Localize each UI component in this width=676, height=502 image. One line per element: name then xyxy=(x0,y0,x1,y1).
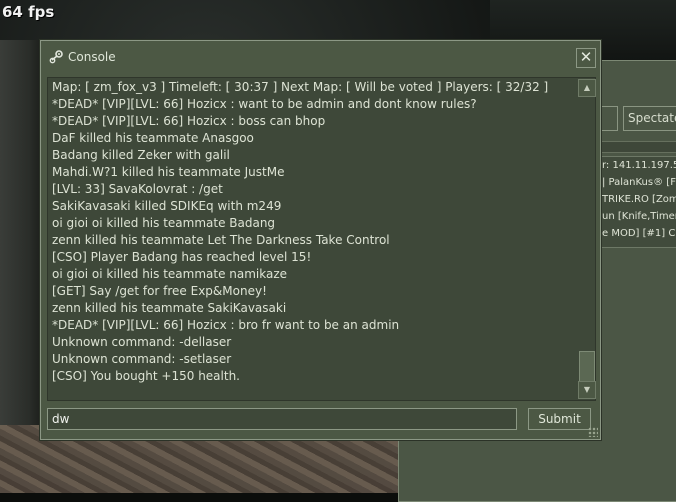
server-info-line: r: 141.11.197.53 xyxy=(602,160,676,171)
log-line: Badang killed Zeker with galil xyxy=(52,148,230,162)
scroll-down-icon[interactable]: ▼ xyxy=(578,381,596,399)
info-header-bar xyxy=(599,141,676,153)
resize-grip-icon[interactable] xyxy=(588,427,598,437)
scroll-thumb[interactable] xyxy=(579,351,595,383)
console-log[interactable]: Map: [ zm_fox_v3 ] Timeleft: [ 30:37 ] N… xyxy=(47,77,596,401)
log-line: SakiKavasaki killed SDIKEq with m249 xyxy=(52,199,282,213)
scroll-track[interactable] xyxy=(578,97,595,383)
log-line: [CSO] Player Badang has reached level 15… xyxy=(52,250,312,264)
log-line: zenn killed his teammate Let The Darknes… xyxy=(52,233,390,247)
log-line: Unknown command: -dellaser xyxy=(52,335,232,349)
log-line: Map: [ zm_fox_v3 ] Timeleft: [ 30:37 ] N… xyxy=(52,80,549,94)
server-info-line: | PalanKus® [Fr xyxy=(602,177,676,188)
server-info-line: e MOD] [#1] CSO xyxy=(602,228,676,239)
server-info-panel: r: 141.11.197.53 | PalanKus® [Fr TRIKE.R… xyxy=(599,156,676,248)
steam-icon xyxy=(49,50,63,64)
window-title: Console xyxy=(68,50,116,64)
log-line: Mahdi.W?1 killed his teammate JustMe xyxy=(52,165,285,179)
submit-button[interactable]: Submit xyxy=(528,408,591,430)
scroll-up-icon[interactable]: ▲ xyxy=(578,79,596,97)
server-info-line: un [Knife,Timer, xyxy=(602,211,676,222)
log-line: Unknown command: -setlaser xyxy=(52,352,232,366)
log-line: *DEAD* [VIP][LVL: 66] Hozicx : bro fr wa… xyxy=(52,318,400,332)
log-line: *DEAD* [VIP][LVL: 66] Hozicx : want to b… xyxy=(52,97,477,111)
command-input[interactable] xyxy=(47,408,517,430)
log-scrollbar[interactable]: ▲ ▼ xyxy=(578,79,596,399)
game-pillar xyxy=(0,40,42,430)
log-line: *DEAD* [VIP][LVL: 66] Hozicx : boss can … xyxy=(52,114,326,128)
log-line: oi gioi oi killed his teammate Badang xyxy=(52,216,276,230)
log-line: oi gioi oi killed his teammate namikaze xyxy=(52,267,288,281)
log-line: [CSO] You bought +150 health. xyxy=(52,369,240,383)
close-button[interactable]: ✕ xyxy=(576,48,596,68)
fps-counter: 64 fps xyxy=(2,3,55,21)
log-line: [LVL: 33] SavaKolovrat : /get xyxy=(52,182,223,196)
log-line: [GET] Say /get for free Exp&Money! xyxy=(52,284,267,298)
tab-spectate[interactable]: Spectate xyxy=(623,106,676,131)
log-lines: Map: [ zm_fox_v3 ] Timeleft: [ 30:37 ] N… xyxy=(52,79,572,385)
log-line: zenn killed his teammate SakiKavasaki xyxy=(52,301,287,315)
console-window[interactable]: Console ✕ Map: [ zm_fox_v3 ] Timeleft: [… xyxy=(40,40,601,440)
server-info-line: TRIKE.RO [Zom xyxy=(602,194,676,205)
log-line: DaF killed his teammate Anasgoo xyxy=(52,131,254,145)
